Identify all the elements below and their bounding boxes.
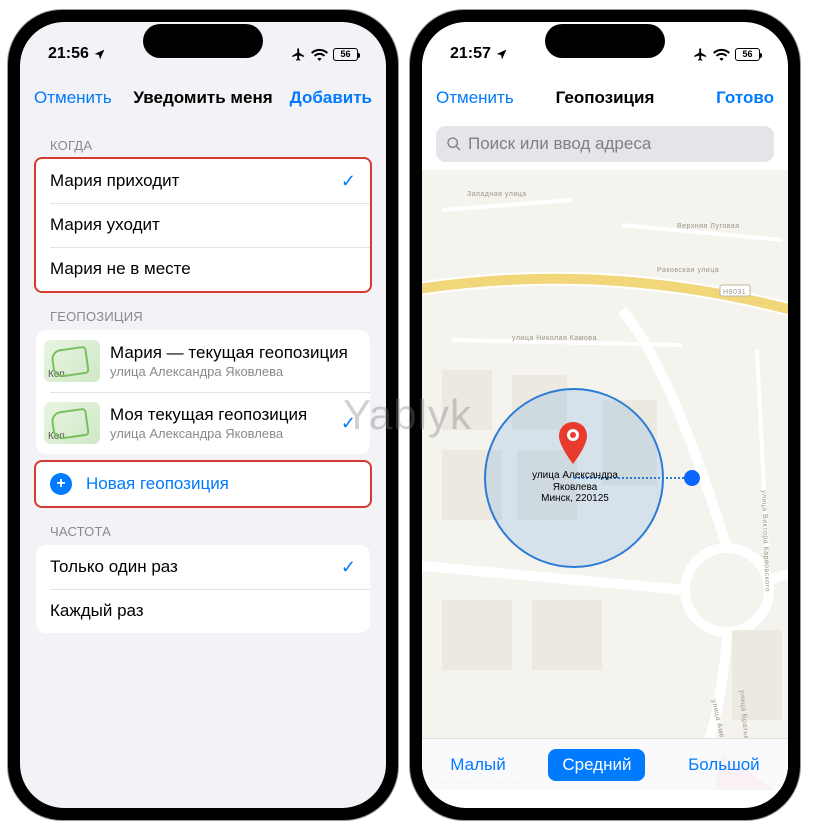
when-list: Мария приходит ✓ Мария уходит Мария не в…	[36, 159, 370, 291]
section-header-geo: ГЕОПОЗИЦИЯ	[20, 291, 386, 330]
geo-option-title: Моя текущая геопозиция	[110, 405, 307, 425]
screen-left: 21:56 56 Отменить Уведомить меня Добавит…	[20, 22, 386, 808]
geo-list: Коп Мария — текущая геопозиция улица Але…	[36, 330, 370, 454]
new-geo-row-container: + Новая геопозиция	[36, 462, 370, 506]
checkmark-icon: ✓	[341, 557, 356, 578]
battery-icon: 56	[333, 48, 358, 61]
nav-bar: Отменить Уведомить меня Добавить	[20, 76, 386, 120]
search-icon	[446, 136, 462, 152]
nav-title: Геопозиция	[556, 88, 655, 108]
size-large-button[interactable]: Большой	[674, 749, 774, 781]
freq-list: Только один раз ✓ Каждый раз	[36, 545, 370, 633]
when-option-not-at[interactable]: Мария не в месте	[36, 247, 370, 291]
svg-text:Верхняя Луговая: Верхняя Луговая	[677, 223, 740, 230]
nav-title: Уведомить меня	[133, 88, 272, 108]
map-thumbnail-icon: Коп	[44, 340, 100, 382]
new-geo-button[interactable]: + Новая геопозиция	[36, 462, 370, 506]
svg-text:H9031: H9031	[723, 289, 746, 296]
add-button[interactable]: Добавить	[290, 88, 372, 108]
when-option-label: Мария приходит	[50, 171, 179, 191]
svg-text:Раковская улица: Раковская улица	[657, 267, 719, 274]
search-placeholder: Поиск или ввод адреса	[468, 134, 651, 154]
svg-text:улица Николая Камова: улица Николая Камова	[512, 335, 597, 342]
wifi-icon	[713, 48, 730, 61]
location-arrow-icon	[93, 48, 106, 61]
search-input[interactable]: Поиск или ввод адреса	[436, 126, 774, 162]
geo-option-subtitle: улица Александра Яковлева	[110, 364, 348, 379]
dynamic-island	[545, 24, 665, 58]
status-time: 21:57	[450, 45, 491, 63]
phone-right: 21:57 56 Отменить Геопозиция Готово Поис…	[410, 10, 800, 820]
airplane-icon	[693, 47, 708, 62]
geo-option-title: Мария — текущая геопозиция	[110, 343, 348, 363]
geo-option-subtitle: улица Александра Яковлева	[110, 426, 307, 441]
phone-left: 21:56 56 Отменить Уведомить меня Добавит…	[8, 10, 398, 820]
svg-text:Западная улица: Западная улица	[467, 191, 527, 198]
size-small-button[interactable]: Малый	[436, 749, 519, 781]
freq-option-label: Каждый раз	[50, 601, 144, 621]
pin-address-label: улица Александра Яковлева Минск, 220125	[525, 470, 625, 505]
when-option-arrives[interactable]: Мария приходит ✓	[36, 159, 370, 203]
plus-circle-icon: +	[50, 473, 72, 495]
size-medium-button[interactable]: Средний	[548, 749, 645, 781]
status-time: 21:56	[48, 45, 89, 63]
freq-option-label: Только один раз	[50, 557, 178, 577]
when-option-leaves[interactable]: Мария уходит	[36, 203, 370, 247]
map-thumbnail-icon: Коп	[44, 402, 100, 444]
when-option-label: Мария уходит	[50, 215, 160, 235]
geo-option-mine[interactable]: Коп Моя текущая геопозиция улица Алексан…	[36, 392, 370, 454]
nav-bar: Отменить Геопозиция Готово	[422, 76, 788, 120]
new-geo-label: Новая геопозиция	[86, 474, 229, 494]
location-arrow-icon	[495, 48, 508, 61]
cancel-button[interactable]: Отменить	[34, 88, 112, 108]
freq-option-once[interactable]: Только один раз ✓	[36, 545, 370, 589]
freq-option-every[interactable]: Каждый раз	[36, 589, 370, 633]
map-view[interactable]: Западная улица Верхняя Луговая Раковская…	[422, 170, 788, 790]
dynamic-island	[143, 24, 263, 58]
when-option-label: Мария не в месте	[50, 259, 191, 279]
checkmark-icon: ✓	[341, 171, 356, 192]
section-header-when: КОГДА	[20, 120, 386, 159]
cancel-button[interactable]: Отменить	[436, 88, 514, 108]
battery-icon: 56	[735, 48, 760, 61]
checkmark-icon: ✓	[341, 413, 356, 434]
airplane-icon	[291, 47, 306, 62]
screen-right: 21:57 56 Отменить Геопозиция Готово Поис…	[422, 22, 788, 808]
done-button[interactable]: Готово	[716, 88, 774, 108]
radius-size-bar: Малый Средний Большой	[422, 738, 788, 790]
geo-option-maria[interactable]: Коп Мария — текущая геопозиция улица Але…	[36, 330, 370, 392]
section-header-freq: ЧАСТОТА	[20, 506, 386, 545]
map-pin-icon[interactable]	[558, 422, 588, 464]
wifi-icon	[311, 48, 328, 61]
